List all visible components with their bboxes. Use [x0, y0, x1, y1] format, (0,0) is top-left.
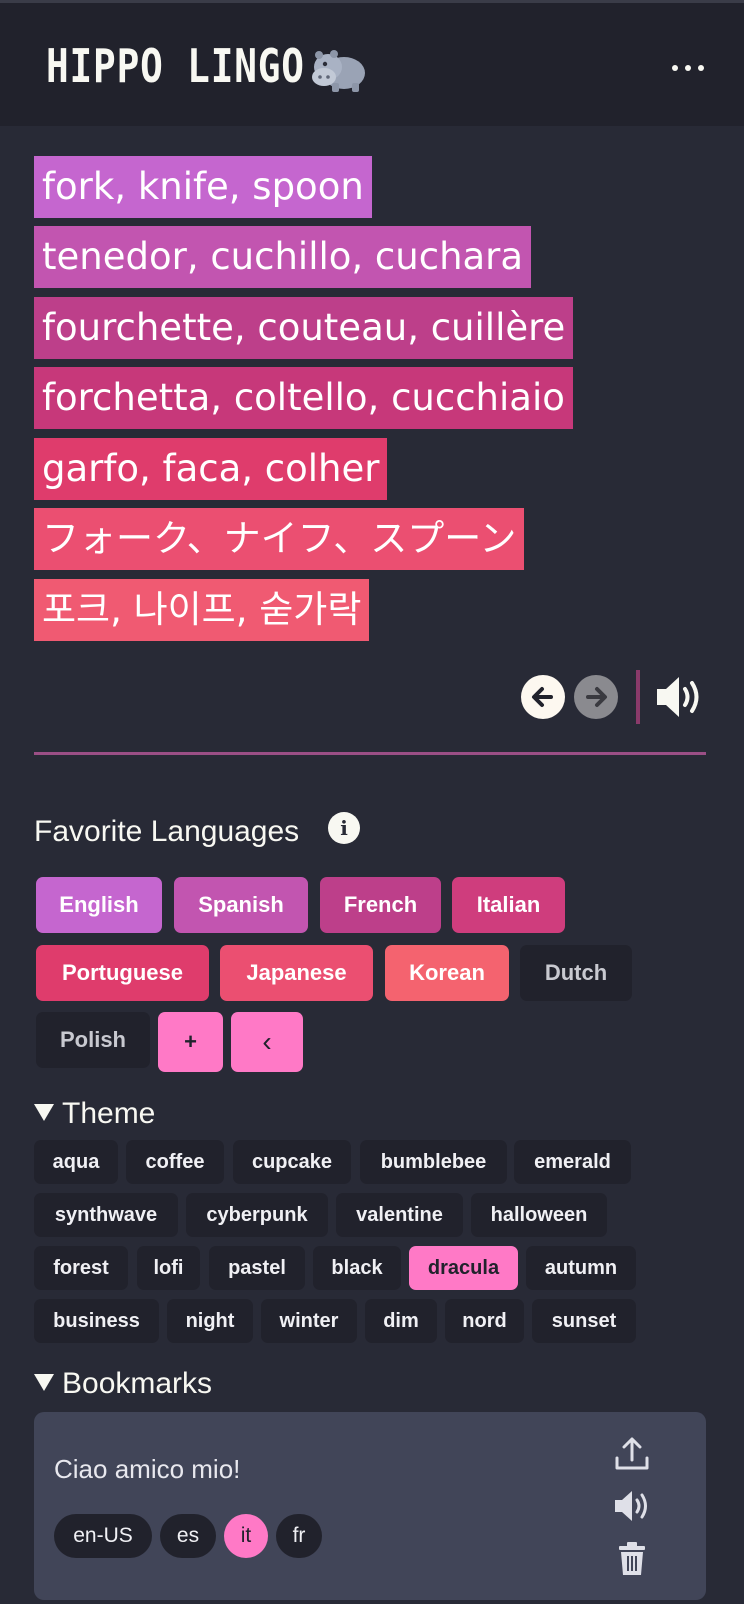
language-chip-dutch[interactable]: Dutch — [520, 945, 632, 1001]
theme-option[interactable]: emerald — [514, 1140, 631, 1184]
language-chip-portuguese[interactable]: Portuguese — [36, 945, 209, 1001]
collapse-languages-button[interactable]: ‹ — [231, 1012, 303, 1072]
theme-option[interactable]: valentine — [336, 1193, 463, 1237]
triangle-down-icon — [34, 1374, 54, 1391]
speaker-icon[interactable] — [654, 674, 706, 720]
bookmark-lang-chip[interactable]: en-US — [54, 1514, 152, 1558]
bookmark-lang-chip[interactable]: es — [160, 1514, 216, 1558]
phrase-english: fork, knife, spoon — [34, 156, 372, 218]
app-title: HIPPO LINGO — [46, 39, 305, 93]
language-chip-polish[interactable]: Polish — [36, 1012, 150, 1068]
speaker-icon[interactable] — [612, 1486, 652, 1526]
arrow-right-icon — [586, 687, 607, 707]
phrase-spanish: tenedor, cuchillo, cuchara — [34, 226, 532, 288]
language-chip-english[interactable]: English — [36, 877, 162, 933]
bookmark-lang-chip[interactable]: fr — [276, 1514, 322, 1558]
bookmarks-toggle[interactable]: Bookmarks — [34, 1367, 212, 1401]
bookmark-lang-chip-active[interactable]: it — [224, 1514, 268, 1558]
add-language-button[interactable]: + — [158, 1012, 223, 1072]
theme-option[interactable]: synthwave — [34, 1193, 178, 1237]
language-chip-italian[interactable]: Italian — [452, 877, 565, 933]
phrase-japanese: フォーク、ナイフ、スプーン — [34, 508, 525, 570]
share-icon[interactable] — [612, 1434, 652, 1474]
theme-toggle[interactable]: Theme — [34, 1097, 155, 1131]
phrase-french: fourchette, couteau, cuillère — [34, 297, 574, 359]
language-chip-spanish[interactable]: Spanish — [174, 877, 308, 933]
theme-option[interactable]: dim — [365, 1299, 437, 1343]
theme-option[interactable]: winter — [261, 1299, 357, 1343]
more-horizontal-icon — [685, 65, 691, 71]
theme-option[interactable]: halloween — [471, 1193, 607, 1237]
language-chip-korean[interactable]: Korean — [385, 945, 509, 1001]
theme-title: Theme — [62, 1097, 156, 1130]
controls-divider — [636, 670, 640, 724]
app-header: HIPPO LINGO — [0, 3, 744, 126]
arrow-left-icon — [532, 687, 553, 707]
theme-option[interactable]: pastel — [209, 1246, 305, 1290]
language-chip-french[interactable]: French — [320, 877, 441, 933]
hippo-icon — [312, 50, 365, 92]
triangle-down-icon — [34, 1104, 54, 1121]
theme-option[interactable]: autumn — [526, 1246, 636, 1290]
section-divider — [34, 752, 706, 755]
more-horizontal-icon — [672, 65, 678, 71]
theme-option[interactable]: black — [313, 1246, 401, 1290]
phrase-korean: 포크, 나이프, 숟가락 — [34, 579, 370, 641]
more-horizontal-icon — [698, 65, 704, 71]
bookmark-text: Ciao amico mio! — [54, 1454, 241, 1484]
theme-option[interactable]: cyberpunk — [186, 1193, 328, 1237]
favorite-languages-title: Favorite Languages — [34, 815, 300, 848]
trash-icon[interactable] — [612, 1538, 652, 1578]
theme-option[interactable]: nord — [445, 1299, 524, 1343]
next-button[interactable] — [574, 675, 618, 719]
theme-option[interactable]: business — [34, 1299, 159, 1343]
phrase-italian: forchetta, coltello, cucchiaio — [34, 367, 573, 429]
theme-option[interactable]: cupcake — [233, 1140, 351, 1184]
bookmarks-title: Bookmarks — [62, 1367, 213, 1400]
theme-option[interactable]: coffee — [126, 1140, 224, 1184]
info-icon[interactable]: i — [328, 812, 360, 844]
previous-button[interactable] — [521, 675, 565, 719]
language-chip-japanese[interactable]: Japanese — [220, 945, 373, 1001]
bookmark-card: Ciao amico mio! en-US es it fr — [34, 1412, 706, 1600]
theme-option[interactable]: forest — [34, 1246, 128, 1290]
phrase-portuguese: garfo, faca, colher — [34, 438, 388, 500]
theme-option[interactable]: lofi — [137, 1246, 200, 1290]
more-menu-button[interactable] — [668, 53, 708, 83]
theme-option-selected[interactable]: dracula — [409, 1246, 518, 1290]
theme-option[interactable]: night — [167, 1299, 253, 1343]
theme-option[interactable]: bumblebee — [360, 1140, 507, 1184]
theme-option[interactable]: aqua — [34, 1140, 118, 1184]
theme-option[interactable]: sunset — [532, 1299, 636, 1343]
